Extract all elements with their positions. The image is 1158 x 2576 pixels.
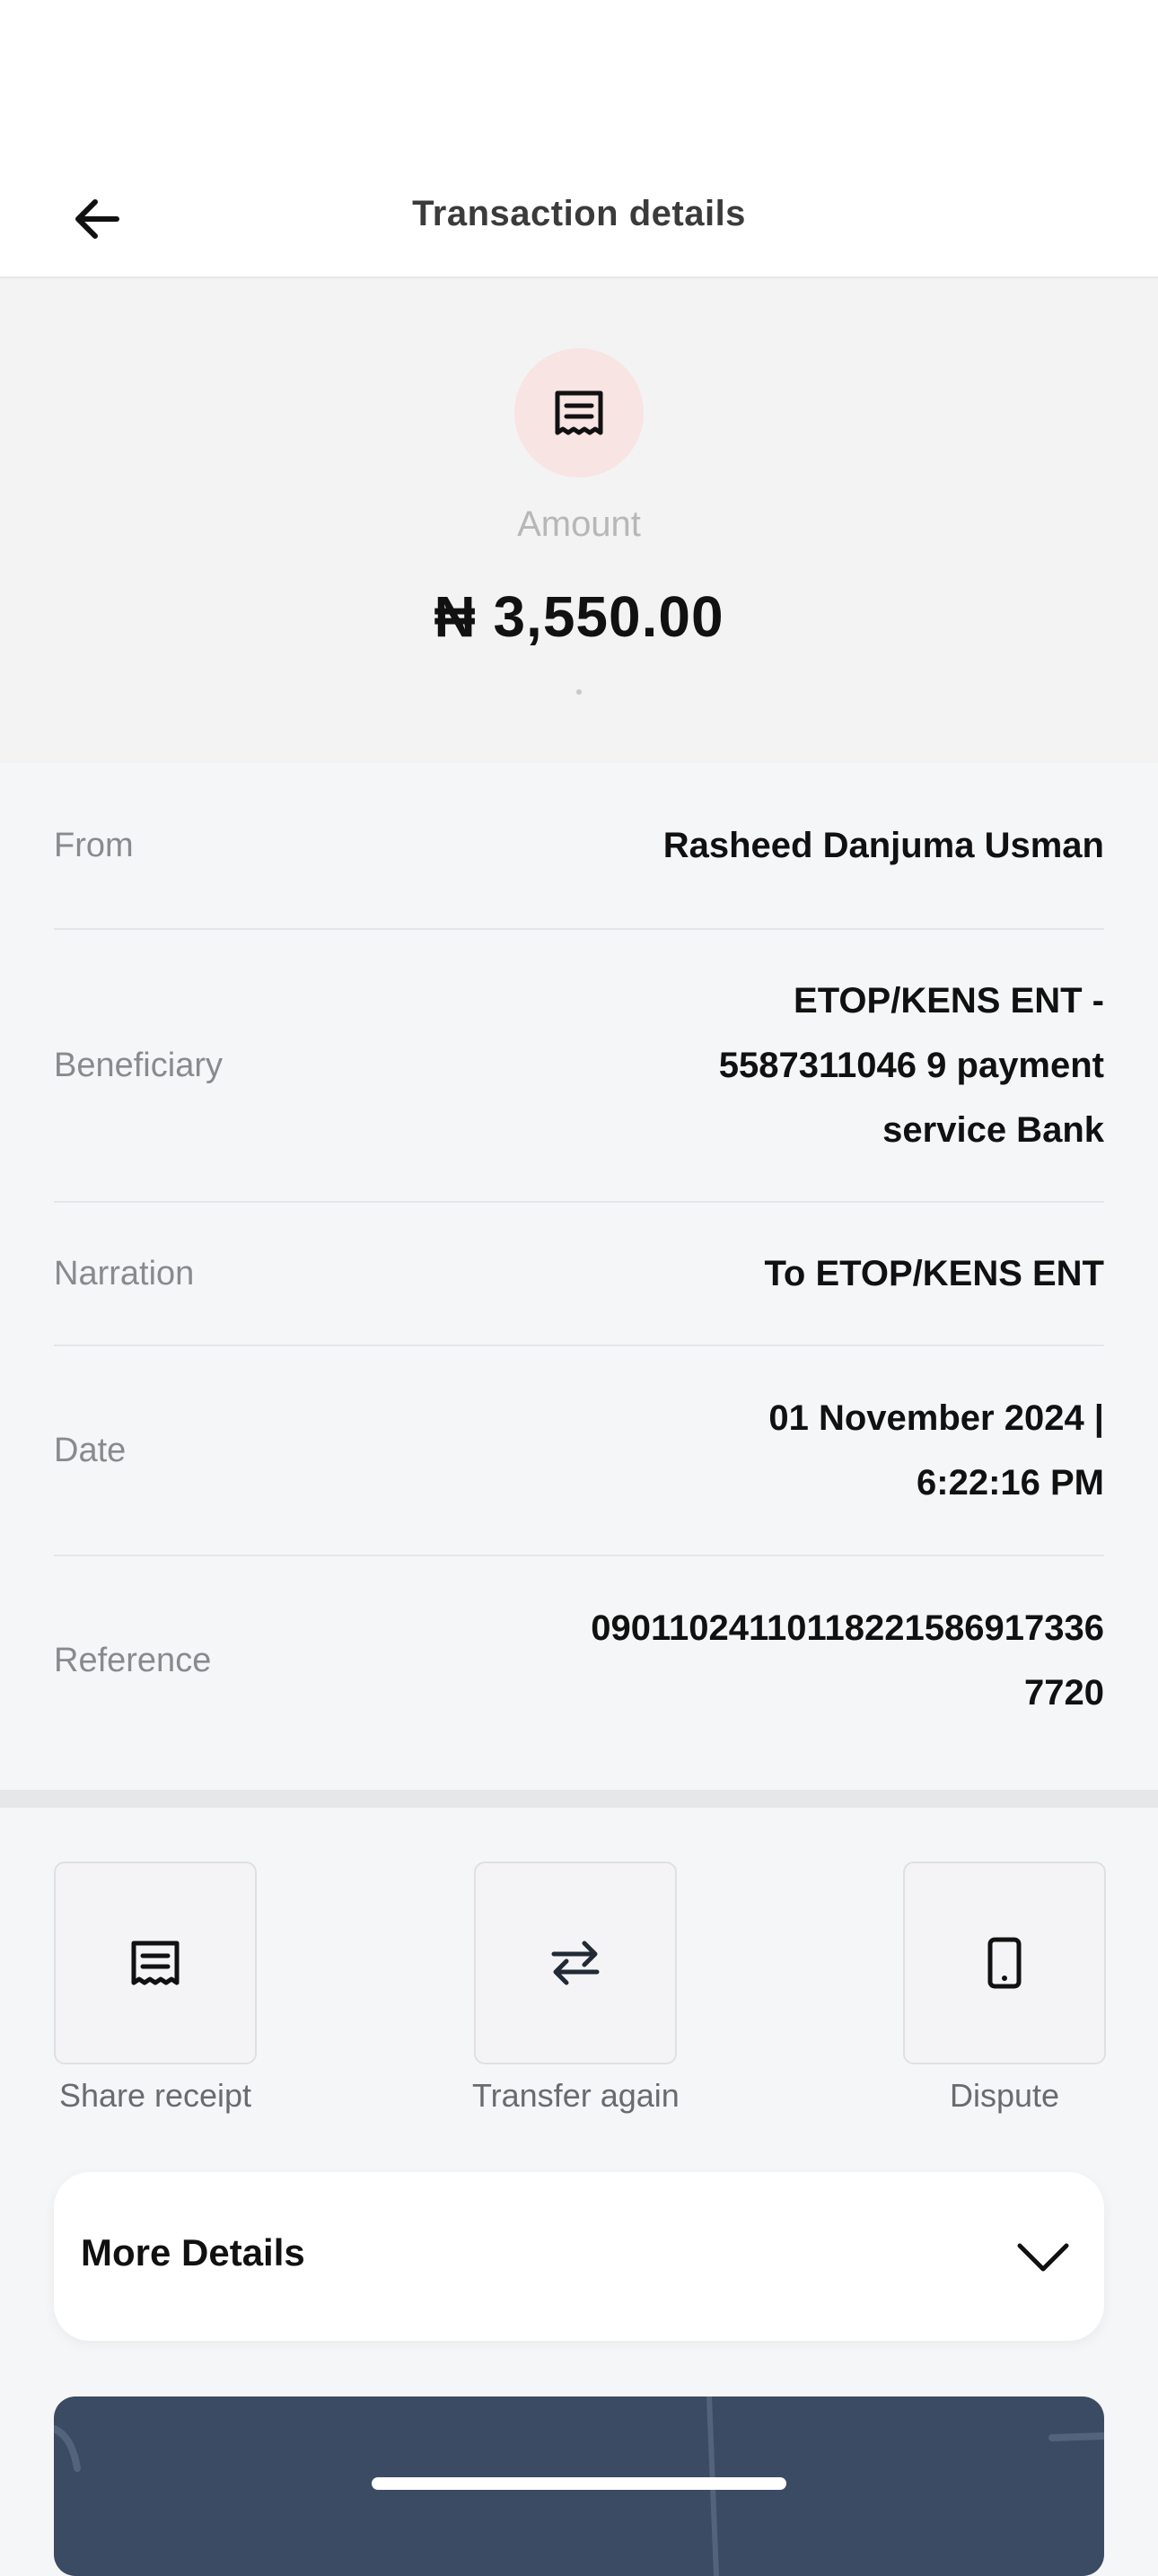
share-receipt-tile[interactable] [54, 1862, 257, 2064]
transaction-details-list: From Rasheed Danjuma Usman Beneficiary E… [0, 763, 1158, 1790]
page-title: Transaction details [412, 194, 746, 233]
detail-row-narration: Narration To ETOP/KENS ENT [54, 1203, 1104, 1346]
amount-label: Amount [517, 504, 641, 544]
swap-arrows-icon [551, 1941, 600, 1985]
receipt-icon [131, 1941, 180, 1985]
divider-dot [576, 689, 582, 695]
transfer-again-button[interactable]: Transfer again [472, 1862, 680, 2115]
dispute-button[interactable]: Dispute [903, 1862, 1106, 2115]
chevron-down-icon[interactable] [1009, 2222, 1077, 2291]
more-details-label: More Details [81, 2231, 305, 2274]
detail-value: 01 November 2024 | 6:22:16 PM [768, 1398, 1104, 1503]
dispute-label: Dispute [949, 2077, 1060, 2114]
phone-icon [987, 1937, 1022, 1989]
detail-label: Beneficiary [54, 1046, 223, 1084]
receipt-icon [555, 390, 603, 435]
detail-label: Narration [54, 1254, 195, 1292]
header: Transaction details [0, 144, 1158, 278]
transfer-again-label: Transfer again [472, 2077, 680, 2114]
more-details-toggle[interactable]: More Details [54, 2172, 1104, 2341]
detail-row-date: Date 01 November 2024 | 6:22:16 PM [54, 1346, 1104, 1556]
detail-value: To ETOP/KENS ENT [764, 1254, 1104, 1293]
detail-label: From [54, 826, 134, 864]
detail-row-beneficiary: Beneficiary ETOP/KENS ENT - 5587311046 9… [54, 930, 1104, 1203]
home-indicator [372, 2477, 786, 2490]
detail-label: Date [54, 1431, 127, 1469]
amount-value: ₦ 3,550.00 [434, 584, 724, 649]
detail-label: Reference [54, 1641, 212, 1679]
share-receipt-label: Share receipt [58, 2077, 252, 2114]
share-receipt-button[interactable]: Share receipt [54, 1862, 257, 2115]
detail-value: ETOP/KENS ENT - 5587311046 9 payment ser… [718, 981, 1104, 1150]
dispute-tile[interactable] [903, 1862, 1106, 2064]
detail-value: 090110241101182215869173367720 [591, 1608, 1104, 1713]
detail-value: Rasheed Danjuma Usman [662, 826, 1104, 865]
amount-summary: Amount ₦ 3,550.00 [0, 278, 1158, 763]
status-bar [0, 0, 1158, 144]
receipt-badge [514, 348, 644, 478]
transfer-again-tile[interactable] [474, 1862, 678, 2064]
detail-row-reference: Reference 090110241101182215869173367720 [54, 1556, 1104, 1765]
detail-row-from: From Rasheed Danjuma Usman [54, 763, 1104, 930]
section-divider [0, 1790, 1158, 1808]
